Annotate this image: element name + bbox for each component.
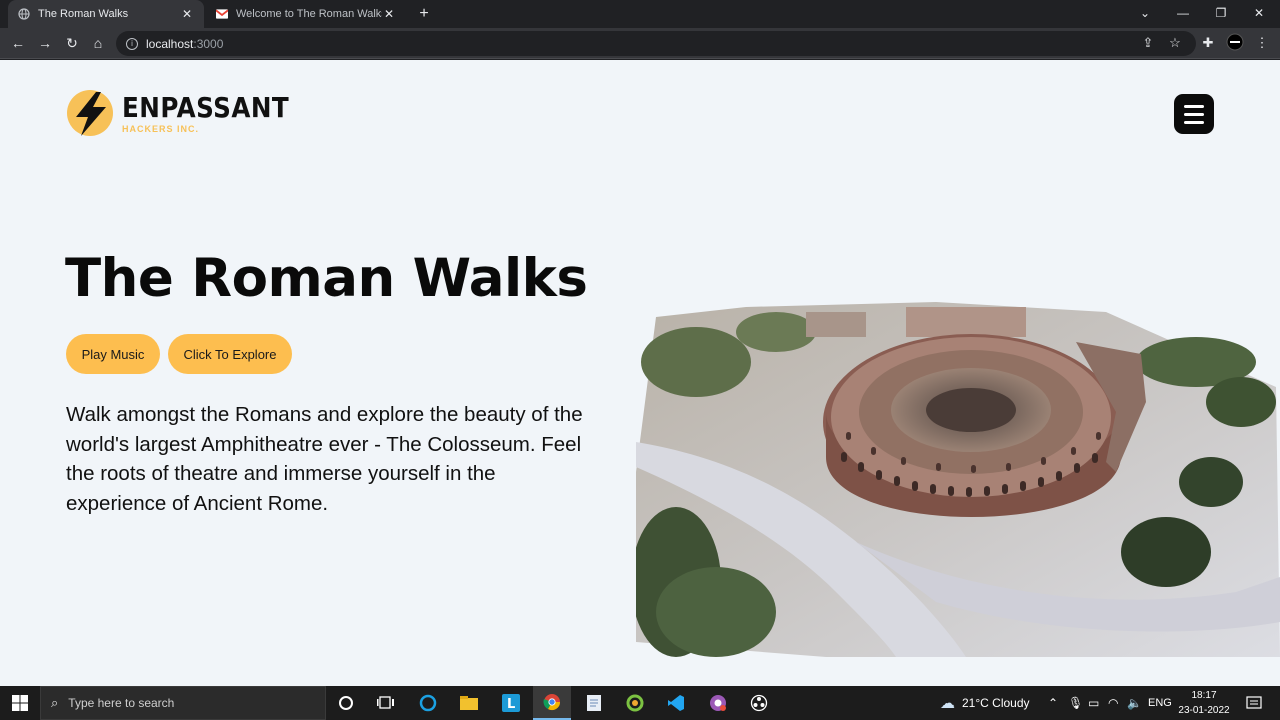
explore-button[interactable]: Click To Explore: [168, 334, 292, 374]
windows-logo-icon: [12, 695, 28, 711]
microphone-icon[interactable]: 🎙: [1068, 686, 1083, 720]
reload-icon[interactable]: ↻: [61, 32, 83, 54]
windows-taskbar: ⌕ Type here to search L ☁ 21°C Cloudy ⌃ …: [0, 686, 1280, 720]
file-explorer-icon[interactable]: [450, 686, 488, 720]
tray-chevron-up-icon[interactable]: ⌃: [1048, 686, 1058, 720]
hamburger-line: [1184, 120, 1204, 124]
alexa-icon[interactable]: [409, 686, 447, 720]
vscode-icon[interactable]: [657, 686, 695, 720]
tab-title: Welcome to The Roman Walks!!!: [236, 8, 382, 20]
browser-toolbar: ← → ↻ ⌂ i localhost:3000 ⇪ ☆ ✚ ⋮: [0, 28, 1280, 59]
profile-avatar[interactable]: [1225, 33, 1245, 53]
clock-date: 23-01-2022: [1178, 705, 1230, 716]
lightning-bolt-icon: [66, 88, 116, 138]
colosseum-3d-model[interactable]: [631, 292, 1280, 657]
notifications-icon[interactable]: [1246, 686, 1262, 720]
system-clock[interactable]: 18:17 23-01-2022: [1172, 688, 1236, 718]
new-tab-button[interactable]: +: [414, 4, 434, 24]
globe-icon: [18, 8, 30, 20]
home-icon[interactable]: ⌂: [87, 32, 109, 54]
obs-icon[interactable]: [740, 686, 778, 720]
hamburger-line: [1184, 104, 1204, 108]
restore-button[interactable]: ❐: [1202, 0, 1240, 28]
search-placeholder: Type here to search: [68, 696, 175, 710]
close-tab-icon[interactable]: ✕: [382, 7, 396, 21]
cortana-icon[interactable]: [327, 686, 365, 720]
tab-title: The Roman Walks: [38, 8, 129, 20]
close-tab-icon[interactable]: ✕: [180, 7, 194, 21]
language-indicator[interactable]: ENG: [1148, 686, 1172, 720]
hero-description: Walk amongst the Romans and explore the …: [66, 403, 583, 515]
site-logo[interactable]: ENPASSANT HACKERS INC.: [66, 88, 312, 138]
close-window-button[interactable]: ✕: [1240, 0, 1278, 28]
site-info-icon[interactable]: i: [126, 37, 138, 50]
back-icon[interactable]: ←: [7, 32, 29, 54]
volume-icon[interactable]: 🔈: [1127, 686, 1142, 720]
bookmark-star-icon[interactable]: ☆: [1165, 33, 1185, 53]
share-icon[interactable]: ⇪: [1138, 33, 1158, 53]
tab-search-chevron-icon[interactable]: ⌄: [1126, 0, 1164, 28]
windows-start-button[interactable]: [0, 686, 40, 720]
hamburger-line: [1184, 112, 1204, 116]
app-l-icon[interactable]: L: [492, 686, 530, 720]
chrome-icon[interactable]: [533, 686, 571, 720]
weather-text: 21°C Cloudy: [962, 696, 1030, 710]
minimize-button[interactable]: —: [1164, 0, 1202, 28]
notepad-icon[interactable]: [575, 686, 613, 720]
browser-tab-bar: The Roman Walks ✕ Welcome to The Roman W…: [0, 0, 1280, 28]
chrome-profile-icon[interactable]: [699, 686, 737, 720]
page-viewport: ENPASSANT HACKERS INC. The Roman Walks P…: [0, 60, 1280, 686]
address-bar[interactable]: i localhost:3000: [116, 31, 1196, 56]
clock-time: 18:17: [1191, 690, 1217, 701]
weather-widget[interactable]: ☁ 21°C Cloudy: [940, 686, 1030, 720]
logo-subtitle: HACKERS INC.: [122, 123, 200, 134]
hamburger-menu-button[interactable]: [1174, 94, 1214, 134]
cloud-icon: ☁: [940, 695, 955, 712]
gmail-icon: [216, 8, 228, 20]
search-icon: ⌕: [51, 695, 59, 710]
page-title: The Roman Walks: [65, 248, 588, 309]
taskbar-search-input[interactable]: ⌕ Type here to search: [40, 686, 326, 720]
forward-icon[interactable]: →: [34, 32, 56, 54]
task-view-icon[interactable]: [367, 686, 405, 720]
svg-text:L: L: [507, 697, 515, 712]
url-text: localhost:3000: [146, 36, 224, 51]
chrome-menu-icon[interactable]: ⋮: [1252, 33, 1272, 53]
play-music-button[interactable]: Play Music: [66, 334, 160, 374]
wifi-icon[interactable]: ◠: [1108, 686, 1118, 720]
battery-icon[interactable]: ▭: [1088, 686, 1099, 720]
extensions-icon[interactable]: ✚: [1198, 33, 1218, 53]
chameleon-app-icon[interactable]: [616, 686, 654, 720]
logo-name: ENPASSANT: [122, 90, 290, 124]
tab-welcome[interactable]: Welcome to The Roman Walks!!! ✕: [206, 0, 406, 28]
tab-the-roman-walks[interactable]: The Roman Walks ✕: [8, 0, 204, 28]
